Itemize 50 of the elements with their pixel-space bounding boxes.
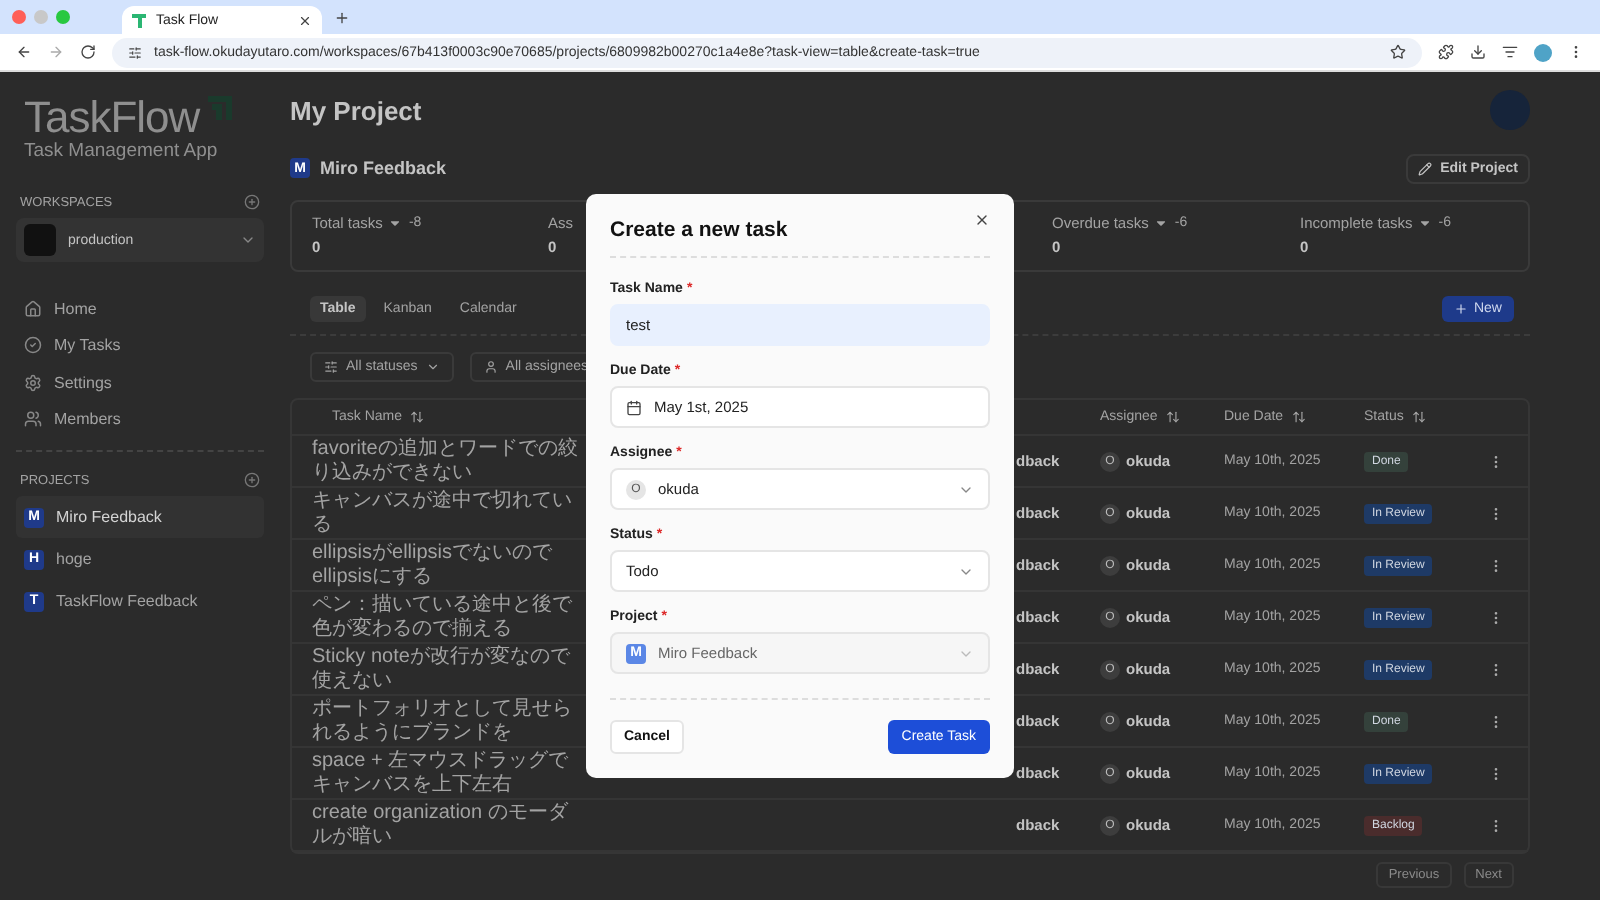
task-name: space + 左マウスドラッグでキャンバスを上下左右 xyxy=(312,748,571,798)
new-tab-icon[interactable] xyxy=(334,9,350,25)
user-icon xyxy=(483,360,498,374)
home-icon xyxy=(24,299,42,318)
nav-item[interactable]: Members xyxy=(16,401,264,438)
calendar-icon xyxy=(626,399,642,415)
caret-down-icon xyxy=(388,216,403,230)
caret-down-icon xyxy=(1154,216,1169,230)
tasks-icon xyxy=(24,336,42,355)
close-icon[interactable] xyxy=(298,13,312,27)
members-icon xyxy=(24,410,42,429)
nav-item[interactable]: Settings xyxy=(16,364,264,401)
project-name: Miro Feedback xyxy=(320,158,447,178)
app-logo-icon xyxy=(132,12,148,28)
task-name: ポートフォリオとして見せられるようにブランドを xyxy=(312,696,574,746)
download-icon[interactable] xyxy=(1470,44,1486,60)
logo-title: TaskFlow xyxy=(24,96,200,140)
logo-subtitle: Task Management App xyxy=(24,140,220,162)
bookmark-star-icon[interactable] xyxy=(1390,44,1406,60)
profile-avatar[interactable] xyxy=(1534,43,1552,61)
back-icon[interactable] xyxy=(16,44,32,60)
sort-icon[interactable] xyxy=(1165,410,1180,424)
task-name: create organization のモーダルが暗い xyxy=(312,800,571,850)
sort-icon[interactable] xyxy=(1291,410,1306,424)
nav-item[interactable]: My Tasks xyxy=(16,327,264,364)
page-title: My Project xyxy=(290,95,422,125)
plus-icon xyxy=(1453,302,1468,316)
add-project-icon[interactable] xyxy=(244,472,260,488)
task-name: ellipsisがellipsisでないのでellipsisにする xyxy=(312,540,555,590)
dialog-title: Create a new task xyxy=(610,218,788,242)
site-settings-icon[interactable] xyxy=(128,45,142,59)
caret-down-icon xyxy=(1418,216,1433,230)
task-name: ペン：描いている途中と後で色が変わるので揃える xyxy=(312,592,574,642)
chevron-down-icon xyxy=(240,232,256,248)
task-name: favoriteの追加とワードでの絞り込みができない xyxy=(312,436,580,486)
sort-icon[interactable] xyxy=(410,410,425,424)
extensions-icon[interactable] xyxy=(1438,44,1454,60)
chevron-down-icon xyxy=(425,360,440,374)
workspace-image xyxy=(24,224,56,256)
task-name: Sticky noteが改行が変なので使えない xyxy=(312,644,572,694)
pencil-icon xyxy=(1418,161,1433,175)
close-button[interactable] xyxy=(974,212,990,228)
sort-icon[interactable] xyxy=(1411,410,1426,424)
task-name: キャンバスが途中で切れている xyxy=(312,488,574,538)
sliders-icon xyxy=(324,360,338,374)
list-icon[interactable] xyxy=(1502,44,1518,60)
add-workspace-icon[interactable] xyxy=(244,194,260,210)
nav-item[interactable]: Home xyxy=(16,290,264,327)
settings-icon xyxy=(24,373,42,392)
reload-icon[interactable] xyxy=(80,44,96,60)
